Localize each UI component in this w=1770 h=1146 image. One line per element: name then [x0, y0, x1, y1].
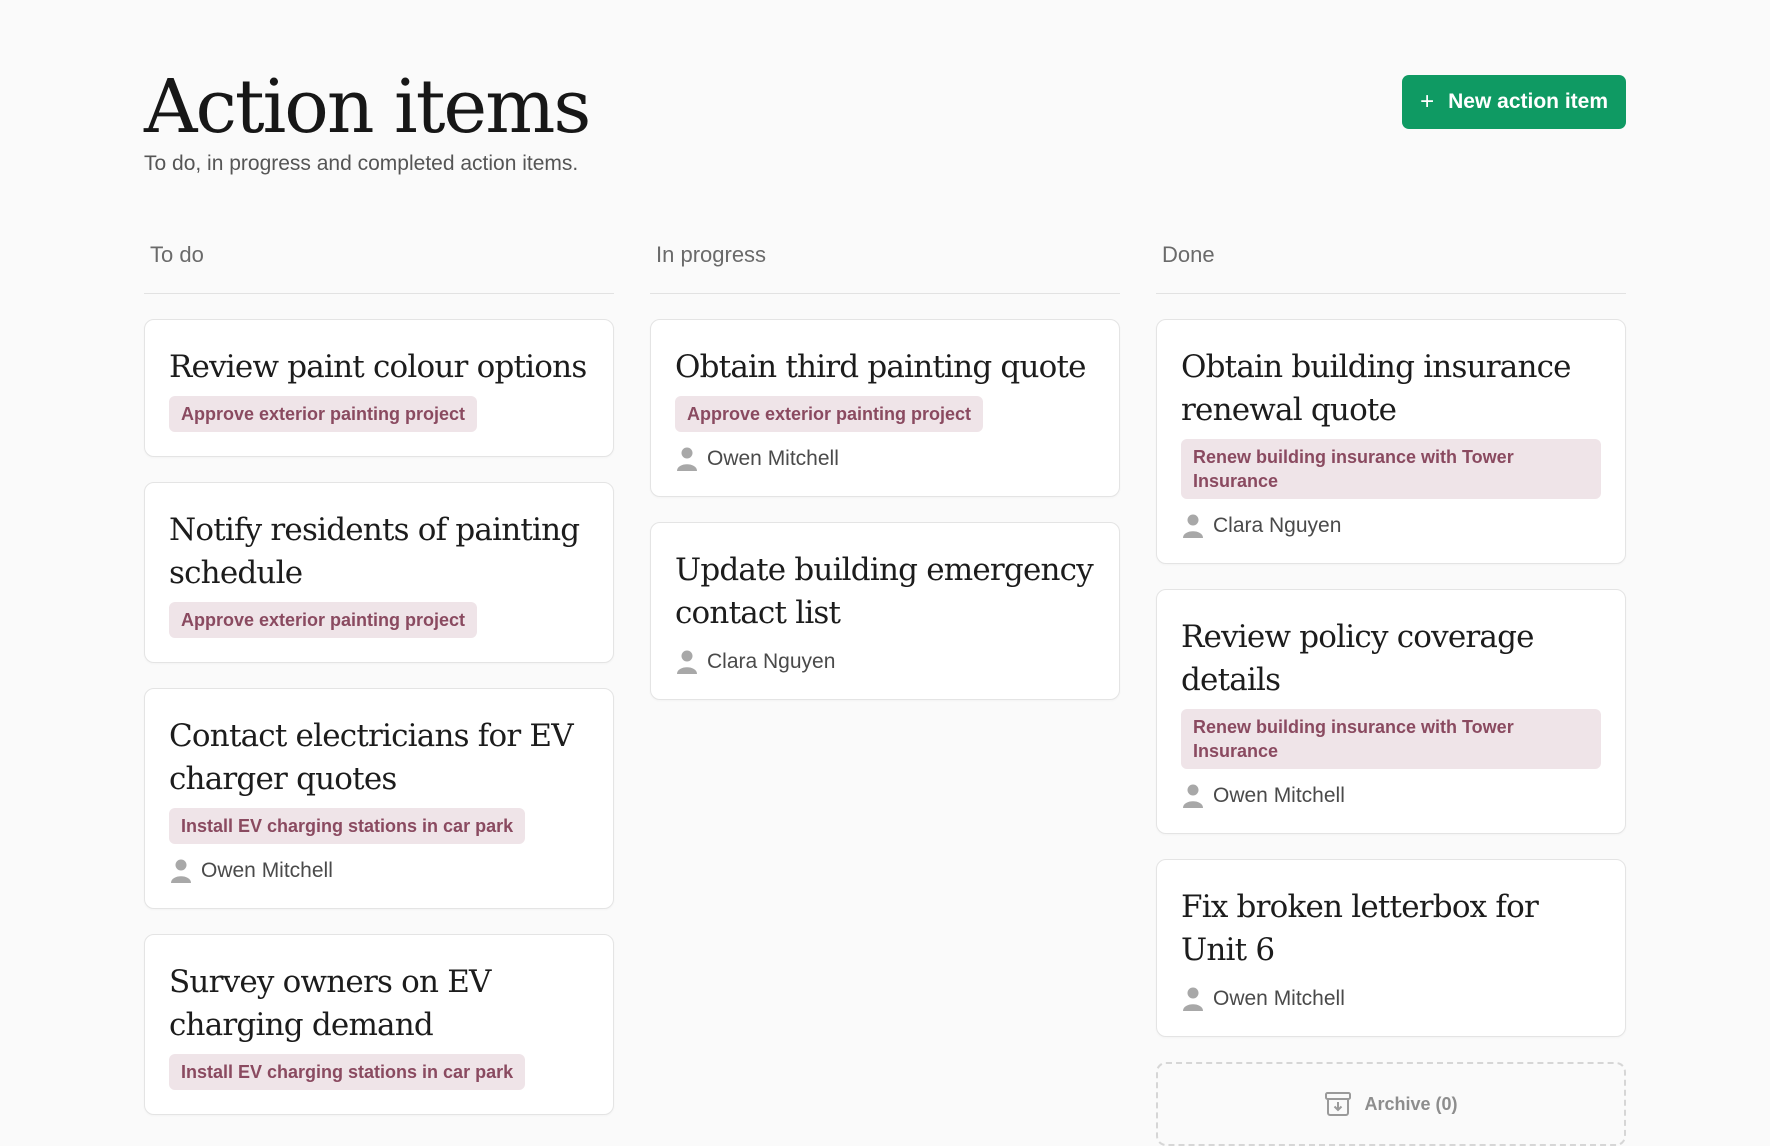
archive-label: Archive (0): [1364, 1093, 1458, 1114]
card-title: Contact electricians for EV charger quot…: [169, 718, 574, 797]
project-tag[interactable]: Install EV charging stations in car park: [169, 808, 526, 844]
project-tag[interactable]: Approve exterior painting project: [169, 396, 478, 432]
column-done: Done Obtain building insurance renewal q…: [1156, 232, 1626, 1146]
action-card[interactable]: Survey owners on EV charging demand Inst…: [144, 934, 614, 1115]
action-card[interactable]: Review policy coverage details Renew bui…: [1156, 589, 1626, 834]
action-card[interactable]: Update building emergency contact list C…: [650, 522, 1120, 700]
action-card[interactable]: Obtain building insurance renewal quote …: [1156, 319, 1626, 564]
person-icon: [1183, 514, 1203, 538]
assignee: Clara Nguyen: [1181, 513, 1601, 539]
page-title: Action items: [144, 64, 591, 150]
person-icon: [677, 650, 697, 674]
assignee: Clara Nguyen: [675, 649, 1095, 675]
column-header: Done: [1156, 232, 1626, 294]
project-tag[interactable]: Approve exterior painting project: [675, 396, 984, 432]
person-icon: [677, 447, 697, 471]
assignee-name: Owen Mitchell: [1213, 784, 1345, 807]
card-title: Survey owners on EV charging demand: [169, 964, 491, 1043]
archive-icon: [1325, 1092, 1352, 1116]
action-card[interactable]: Contact electricians for EV charger quot…: [144, 688, 614, 909]
person-icon: [1183, 987, 1203, 1011]
action-card[interactable]: Fix broken letterbox for Unit 6 Owen Mit…: [1156, 859, 1626, 1037]
project-tag[interactable]: Approve exterior painting project: [169, 602, 478, 638]
assignee-name: Owen Mitchell: [1213, 987, 1345, 1010]
assignee: Owen Mitchell: [1181, 986, 1601, 1012]
plus-icon: +: [1420, 88, 1435, 115]
action-card[interactable]: Obtain third painting quote Approve exte…: [650, 319, 1120, 497]
assignee-name: Owen Mitchell: [707, 447, 839, 470]
project-tag[interactable]: Install EV charging stations in car park: [169, 1054, 526, 1090]
card-title: Notify residents of painting schedule: [169, 512, 580, 591]
assignee: Owen Mitchell: [1181, 783, 1601, 809]
column-to-do: To do Review paint colour options Approv…: [144, 232, 614, 1136]
project-tag[interactable]: Renew building insurance with Tower Insu…: [1181, 709, 1601, 769]
project-tag[interactable]: Renew building insurance with Tower Insu…: [1181, 439, 1601, 499]
new-action-item-button[interactable]: + New action item: [1402, 75, 1626, 129]
page-subtitle: To do, in progress and completed action …: [144, 152, 579, 175]
assignee-name: Clara Nguyen: [1213, 514, 1342, 537]
card-title: Fix broken letterbox for Unit 6: [1181, 889, 1539, 968]
kanban-board: To do Review paint colour options Approv…: [144, 232, 1626, 1146]
column-in-progress: In progress Obtain third painting quote …: [650, 232, 1120, 1136]
card-title: Update building emergency contact list: [675, 552, 1094, 631]
page-header: Action items To do, in progress and comp…: [144, 66, 1626, 186]
card-title: Obtain third painting quote: [675, 349, 1087, 385]
person-icon: [171, 859, 191, 883]
assignee: Owen Mitchell: [169, 858, 589, 884]
assignee-name: Owen Mitchell: [201, 859, 333, 882]
action-items-page: Action items To do, in progress and comp…: [144, 0, 1626, 1146]
archive-button[interactable]: Archive (0): [1156, 1062, 1626, 1146]
new-action-item-label: New action item: [1448, 90, 1608, 113]
card-title: Review paint colour options: [169, 349, 587, 385]
column-header: In progress: [650, 232, 1120, 294]
assignee-name: Clara Nguyen: [707, 650, 836, 673]
card-title: Obtain building insurance renewal quote: [1181, 349, 1572, 428]
column-header: To do: [144, 232, 614, 294]
action-card[interactable]: Review paint colour options Approve exte…: [144, 319, 614, 457]
person-icon: [1183, 784, 1203, 808]
action-card[interactable]: Notify residents of painting schedule Ap…: [144, 482, 614, 663]
assignee: Owen Mitchell: [675, 446, 1095, 472]
card-title: Review policy coverage details: [1181, 619, 1535, 698]
